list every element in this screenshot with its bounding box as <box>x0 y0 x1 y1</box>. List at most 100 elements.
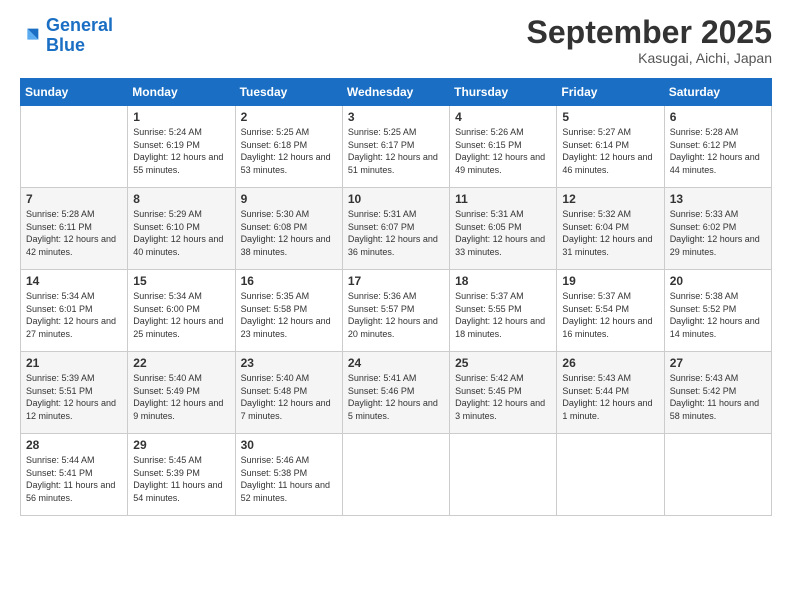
calendar-table: Sunday Monday Tuesday Wednesday Thursday… <box>20 78 772 516</box>
calendar-cell: 17 Sunrise: 5:36 AMSunset: 5:57 PMDaylig… <box>342 270 449 352</box>
calendar-cell: 5 Sunrise: 5:27 AMSunset: 6:14 PMDayligh… <box>557 106 664 188</box>
cell-info: Sunrise: 5:27 AMSunset: 6:14 PMDaylight:… <box>562 126 658 176</box>
day-number: 8 <box>133 192 229 206</box>
calendar-cell: 27 Sunrise: 5:43 AMSunset: 5:42 PMDaylig… <box>664 352 771 434</box>
day-number: 27 <box>670 356 766 370</box>
calendar-cell: 13 Sunrise: 5:33 AMSunset: 6:02 PMDaylig… <box>664 188 771 270</box>
calendar-cell: 21 Sunrise: 5:39 AMSunset: 5:51 PMDaylig… <box>21 352 128 434</box>
calendar-cell: 30 Sunrise: 5:46 AMSunset: 5:38 PMDaylig… <box>235 434 342 516</box>
cell-info: Sunrise: 5:40 AMSunset: 5:49 PMDaylight:… <box>133 372 229 422</box>
cell-info: Sunrise: 5:28 AMSunset: 6:12 PMDaylight:… <box>670 126 766 176</box>
calendar-cell: 3 Sunrise: 5:25 AMSunset: 6:17 PMDayligh… <box>342 106 449 188</box>
day-number: 26 <box>562 356 658 370</box>
cell-info: Sunrise: 5:46 AMSunset: 5:38 PMDaylight:… <box>241 454 337 504</box>
logo-text: General Blue <box>46 16 113 56</box>
cell-info: Sunrise: 5:43 AMSunset: 5:44 PMDaylight:… <box>562 372 658 422</box>
day-number: 6 <box>670 110 766 124</box>
calendar-cell: 19 Sunrise: 5:37 AMSunset: 5:54 PMDaylig… <box>557 270 664 352</box>
cell-info: Sunrise: 5:37 AMSunset: 5:54 PMDaylight:… <box>562 290 658 340</box>
day-number: 18 <box>455 274 551 288</box>
calendar-cell: 26 Sunrise: 5:43 AMSunset: 5:44 PMDaylig… <box>557 352 664 434</box>
day-number: 15 <box>133 274 229 288</box>
day-number: 13 <box>670 192 766 206</box>
cell-info: Sunrise: 5:36 AMSunset: 5:57 PMDaylight:… <box>348 290 444 340</box>
day-number: 1 <box>133 110 229 124</box>
calendar-cell: 23 Sunrise: 5:40 AMSunset: 5:48 PMDaylig… <box>235 352 342 434</box>
calendar-cell: 9 Sunrise: 5:30 AMSunset: 6:08 PMDayligh… <box>235 188 342 270</box>
day-number: 5 <box>562 110 658 124</box>
calendar-cell <box>342 434 449 516</box>
cell-info: Sunrise: 5:41 AMSunset: 5:46 PMDaylight:… <box>348 372 444 422</box>
calendar-cell: 29 Sunrise: 5:45 AMSunset: 5:39 PMDaylig… <box>128 434 235 516</box>
location-subtitle: Kasugai, Aichi, Japan <box>527 50 772 66</box>
day-number: 11 <box>455 192 551 206</box>
cell-info: Sunrise: 5:29 AMSunset: 6:10 PMDaylight:… <box>133 208 229 258</box>
cell-info: Sunrise: 5:34 AMSunset: 6:00 PMDaylight:… <box>133 290 229 340</box>
day-number: 29 <box>133 438 229 452</box>
day-number: 9 <box>241 192 337 206</box>
header-wednesday: Wednesday <box>342 79 449 106</box>
calendar-cell: 8 Sunrise: 5:29 AMSunset: 6:10 PMDayligh… <box>128 188 235 270</box>
day-number: 19 <box>562 274 658 288</box>
cell-info: Sunrise: 5:39 AMSunset: 5:51 PMDaylight:… <box>26 372 122 422</box>
calendar-cell: 1 Sunrise: 5:24 AMSunset: 6:19 PMDayligh… <box>128 106 235 188</box>
day-number: 22 <box>133 356 229 370</box>
calendar-week-4: 21 Sunrise: 5:39 AMSunset: 5:51 PMDaylig… <box>21 352 772 434</box>
header-friday: Friday <box>557 79 664 106</box>
calendar-cell: 11 Sunrise: 5:31 AMSunset: 6:05 PMDaylig… <box>450 188 557 270</box>
day-number: 16 <box>241 274 337 288</box>
day-number: 2 <box>241 110 337 124</box>
calendar-cell: 18 Sunrise: 5:37 AMSunset: 5:55 PMDaylig… <box>450 270 557 352</box>
calendar-header: Sunday Monday Tuesday Wednesday Thursday… <box>21 79 772 106</box>
cell-info: Sunrise: 5:43 AMSunset: 5:42 PMDaylight:… <box>670 372 766 422</box>
day-number: 14 <box>26 274 122 288</box>
day-number: 12 <box>562 192 658 206</box>
cell-info: Sunrise: 5:25 AMSunset: 6:18 PMDaylight:… <box>241 126 337 176</box>
logo-general: General <box>46 15 113 35</box>
day-number: 4 <box>455 110 551 124</box>
page-container: General Blue September 2025 Kasugai, Aic… <box>0 0 792 526</box>
calendar-cell <box>557 434 664 516</box>
day-number: 30 <box>241 438 337 452</box>
cell-info: Sunrise: 5:25 AMSunset: 6:17 PMDaylight:… <box>348 126 444 176</box>
day-number: 20 <box>670 274 766 288</box>
cell-info: Sunrise: 5:32 AMSunset: 6:04 PMDaylight:… <box>562 208 658 258</box>
header-saturday: Saturday <box>664 79 771 106</box>
day-number: 7 <box>26 192 122 206</box>
logo: General Blue <box>20 16 113 56</box>
cell-info: Sunrise: 5:24 AMSunset: 6:19 PMDaylight:… <box>133 126 229 176</box>
cell-info: Sunrise: 5:26 AMSunset: 6:15 PMDaylight:… <box>455 126 551 176</box>
cell-info: Sunrise: 5:31 AMSunset: 6:07 PMDaylight:… <box>348 208 444 258</box>
cell-info: Sunrise: 5:30 AMSunset: 6:08 PMDaylight:… <box>241 208 337 258</box>
calendar-week-1: 1 Sunrise: 5:24 AMSunset: 6:19 PMDayligh… <box>21 106 772 188</box>
calendar-cell: 2 Sunrise: 5:25 AMSunset: 6:18 PMDayligh… <box>235 106 342 188</box>
day-number: 10 <box>348 192 444 206</box>
cell-info: Sunrise: 5:42 AMSunset: 5:45 PMDaylight:… <box>455 372 551 422</box>
calendar-body: 1 Sunrise: 5:24 AMSunset: 6:19 PMDayligh… <box>21 106 772 516</box>
calendar-cell: 16 Sunrise: 5:35 AMSunset: 5:58 PMDaylig… <box>235 270 342 352</box>
header-sunday: Sunday <box>21 79 128 106</box>
calendar-cell: 24 Sunrise: 5:41 AMSunset: 5:46 PMDaylig… <box>342 352 449 434</box>
cell-info: Sunrise: 5:34 AMSunset: 6:01 PMDaylight:… <box>26 290 122 340</box>
calendar-cell: 12 Sunrise: 5:32 AMSunset: 6:04 PMDaylig… <box>557 188 664 270</box>
header-row: Sunday Monday Tuesday Wednesday Thursday… <box>21 79 772 106</box>
calendar-week-5: 28 Sunrise: 5:44 AMSunset: 5:41 PMDaylig… <box>21 434 772 516</box>
day-number: 24 <box>348 356 444 370</box>
day-number: 17 <box>348 274 444 288</box>
day-number: 25 <box>455 356 551 370</box>
logo-blue: Blue <box>46 35 85 55</box>
day-number: 23 <box>241 356 337 370</box>
cell-info: Sunrise: 5:45 AMSunset: 5:39 PMDaylight:… <box>133 454 229 504</box>
month-title: September 2025 <box>527 16 772 48</box>
cell-info: Sunrise: 5:37 AMSunset: 5:55 PMDaylight:… <box>455 290 551 340</box>
cell-info: Sunrise: 5:40 AMSunset: 5:48 PMDaylight:… <box>241 372 337 422</box>
cell-info: Sunrise: 5:44 AMSunset: 5:41 PMDaylight:… <box>26 454 122 504</box>
calendar-cell <box>664 434 771 516</box>
calendar-cell <box>450 434 557 516</box>
day-number: 3 <box>348 110 444 124</box>
header-monday: Monday <box>128 79 235 106</box>
calendar-cell: 14 Sunrise: 5:34 AMSunset: 6:01 PMDaylig… <box>21 270 128 352</box>
calendar-cell: 10 Sunrise: 5:31 AMSunset: 6:07 PMDaylig… <box>342 188 449 270</box>
cell-info: Sunrise: 5:38 AMSunset: 5:52 PMDaylight:… <box>670 290 766 340</box>
calendar-cell: 22 Sunrise: 5:40 AMSunset: 5:49 PMDaylig… <box>128 352 235 434</box>
